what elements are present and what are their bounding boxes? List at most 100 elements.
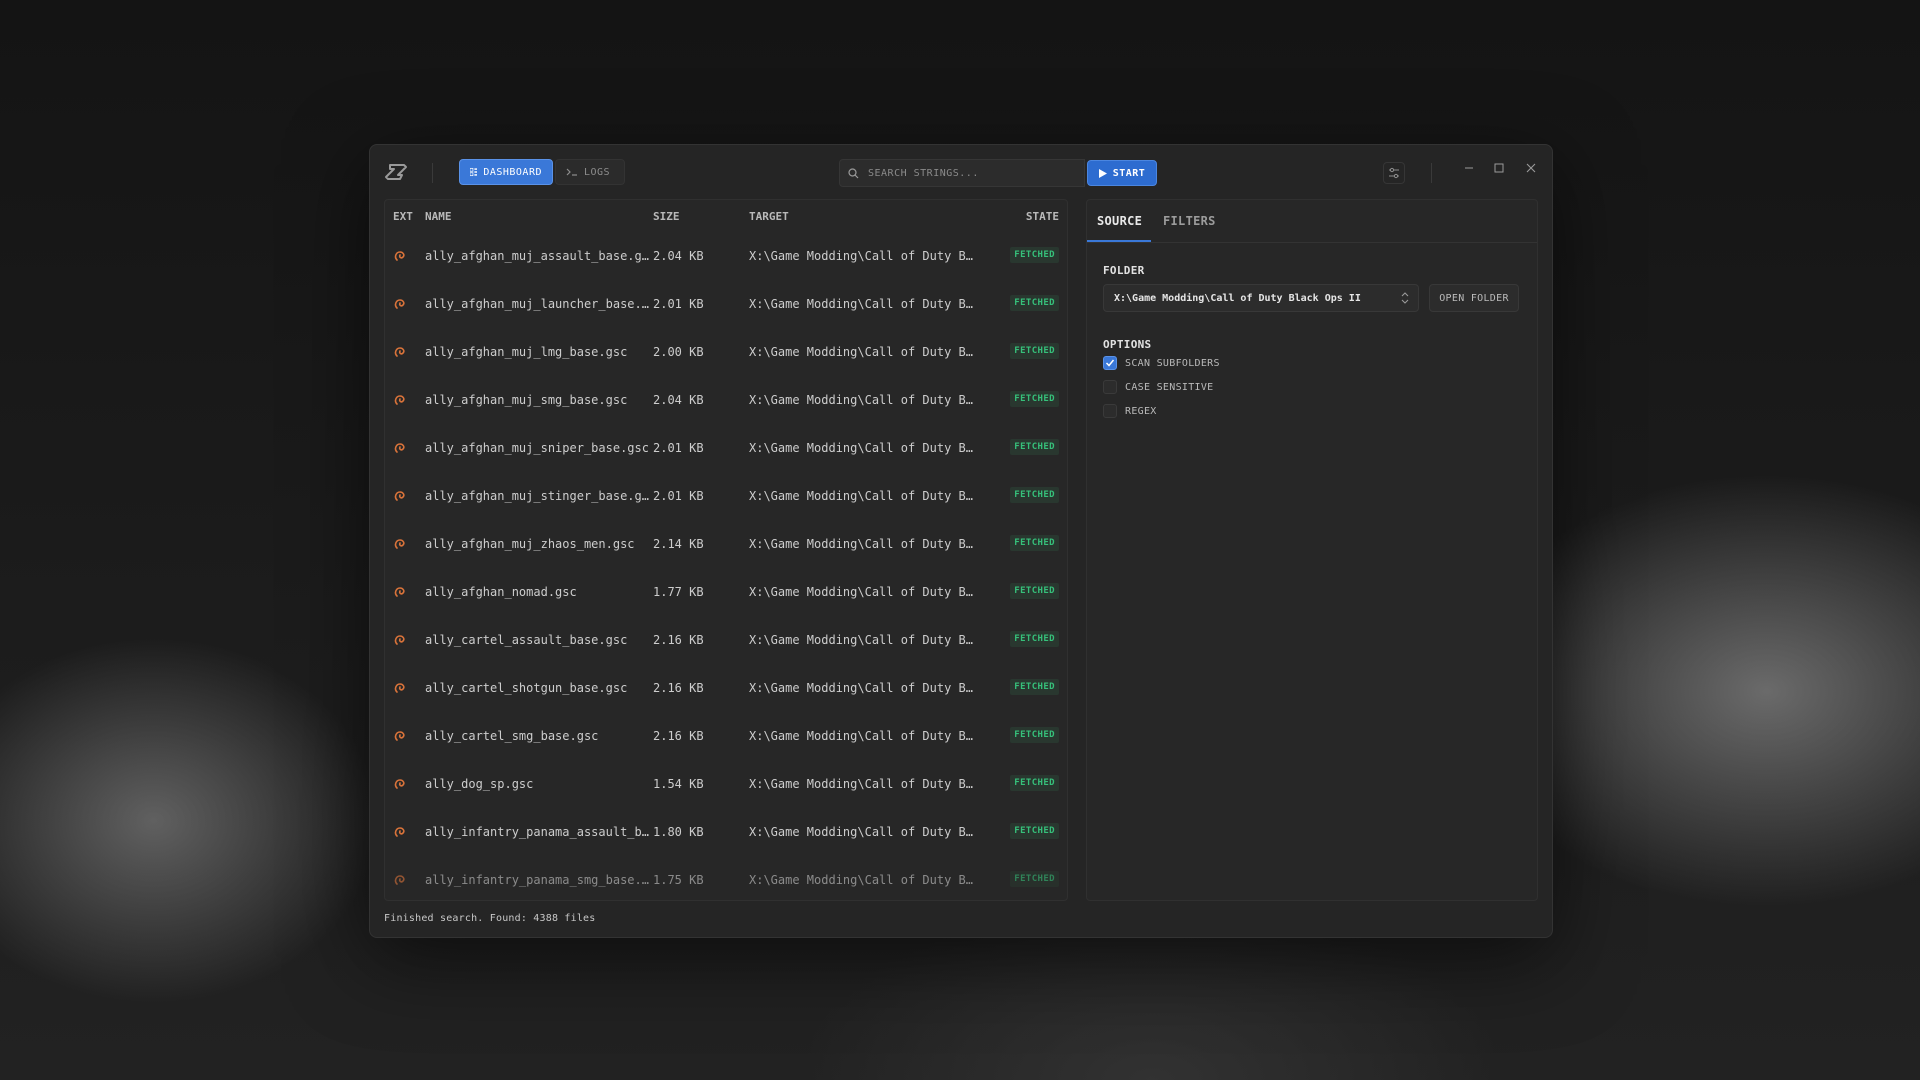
file-name: ally_afghan_muj_sniper_base.gsc [425, 441, 649, 455]
gsc-file-icon [394, 587, 405, 597]
search-box [839, 159, 1085, 187]
play-icon [1098, 168, 1107, 178]
status-badge: FETCHED [1010, 679, 1059, 695]
app-window: DASHBOARD LOGS START [369, 144, 1553, 938]
status-badge: FETCHED [1010, 343, 1059, 359]
file-size: 2.16 KB [653, 633, 704, 647]
file-name: ally_afghan_muj_zhaos_men.gsc [425, 537, 635, 551]
col-ext[interactable]: EXT [393, 210, 413, 223]
table-row[interactable]: ally_infantry_panama_assault_base.gsc1.8… [385, 808, 1067, 856]
search-input[interactable] [866, 166, 1070, 180]
file-name: ally_cartel_assault_base.gsc [425, 633, 628, 647]
gsc-file-icon [394, 827, 405, 837]
maximize-button[interactable] [1490, 159, 1508, 177]
file-name: ally_infantry_panama_smg_base.gsc [425, 873, 650, 887]
file-size: 2.04 KB [653, 249, 704, 263]
status-badge: FETCHED [1010, 775, 1059, 791]
gsc-file-icon [394, 443, 405, 453]
option-scan-subfolders[interactable]: SCAN SUBFOLDERS [1103, 356, 1220, 370]
side-tabs: SOURCE FILTERS [1087, 200, 1537, 243]
file-name: ally_afghan_nomad.gsc [425, 585, 577, 599]
status-badge: FETCHED [1010, 727, 1059, 743]
file-size: 2.04 KB [653, 393, 704, 407]
gsc-file-icon [394, 251, 405, 261]
open-folder-label: OPEN FOLDER [1439, 292, 1509, 304]
file-size: 2.16 KB [653, 729, 704, 743]
tab-dashboard[interactable]: DASHBOARD [459, 159, 553, 185]
app-logo-icon [385, 164, 407, 180]
table-row[interactable]: ally_infantry_panama_smg_base.gsc 1.75 KB… [385, 856, 1067, 900]
table-row[interactable]: ally_afghan_muj_zhaos_men.gsc 2.14 KB X:\G… [385, 520, 1067, 568]
open-folder-button[interactable]: OPEN FOLDER [1429, 284, 1519, 312]
tab-filters[interactable]: FILTERS [1163, 214, 1216, 228]
folder-select[interactable]: X:\Game Modding\Call of Duty Black Ops I… [1103, 284, 1419, 312]
table-row[interactable]: ally_cartel_shotgun_base.gsc 2.16 KB X:\Ga… [385, 664, 1067, 712]
maximize-icon [1494, 163, 1504, 173]
table-row[interactable]: ally_cartel_smg_base.gsc 2.16 KB X:\Game M… [385, 712, 1067, 760]
status-badge: FETCHED [1010, 631, 1059, 647]
active-tab-indicator [1087, 240, 1151, 242]
status-badge: FETCHED [1010, 871, 1059, 887]
file-name: ally_cartel_smg_base.gsc [425, 729, 599, 743]
status-badge: FETCHED [1010, 391, 1059, 407]
option-regex[interactable]: REGEX [1103, 404, 1157, 418]
status-badge: FETCHED [1010, 583, 1059, 599]
search-icon [848, 167, 859, 178]
table-row[interactable]: ally_afghan_muj_sniper_base.gsc 2.01 KB X:… [385, 424, 1067, 472]
file-target: X:\Game Modding\Call of Duty Black Ops I… [749, 585, 975, 599]
case-sensitive-label: CASE SENSITIVE [1125, 381, 1214, 393]
table-row[interactable]: ally_dog_sp.gsc 1.54 KB X:\Game Modding\Ca… [385, 760, 1067, 808]
minimize-button[interactable] [1460, 159, 1478, 177]
scan-subfolders-label: SCAN SUBFOLDERS [1125, 357, 1220, 369]
file-target: X:\Game Modding\Call of Duty Black Ops I… [749, 873, 975, 887]
tab-dashboard-label: DASHBOARD [483, 166, 542, 178]
file-target: X:\Game Modding\Call of Duty Black Ops I… [749, 441, 975, 455]
status-badge: FETCHED [1010, 823, 1059, 839]
table-row[interactable]: ally_afghan_nomad.gsc 1.77 KB X:\Game Modd… [385, 568, 1067, 616]
settings-button[interactable] [1383, 162, 1405, 184]
start-label: START [1112, 167, 1146, 179]
table-row[interactable]: ally_afghan_muj_stinger_base.gsc 2.01 KB X… [385, 472, 1067, 520]
start-button[interactable]: START [1087, 160, 1157, 186]
table-row[interactable]: ally_cartel_assault_base.gsc 2.16 KB X:\Ga… [385, 616, 1067, 664]
file-size: 1.75 KB [653, 873, 704, 887]
tab-logs-label: LOGS [584, 166, 611, 178]
table-row[interactable]: ally_afghan_muj_lmg_base.gsc 2.00 KB X:\Ga… [385, 328, 1067, 376]
col-size[interactable]: SIZE [653, 210, 680, 223]
file-name: ally_afghan_muj_assault_base.gsc [425, 249, 650, 263]
minimize-icon [1465, 167, 1473, 169]
col-name[interactable]: NAME [425, 210, 452, 223]
dashboard-icon [470, 167, 478, 177]
regex-checkbox[interactable] [1103, 404, 1117, 418]
file-name: ally_afghan_muj_launcher_base.gsc [425, 297, 650, 311]
file-target: X:\Game Modding\Call of Duty Black Ops I… [749, 825, 975, 839]
tab-logs[interactable]: LOGS [555, 159, 625, 185]
gsc-file-icon [394, 395, 405, 405]
table-row[interactable]: ally_afghan_muj_assault_base.gsc 2.04 KB X… [385, 232, 1067, 280]
option-case-sensitive[interactable]: CASE SENSITIVE [1103, 380, 1214, 394]
file-size: 2.01 KB [653, 489, 704, 503]
file-size: 2.14 KB [653, 537, 704, 551]
table-row[interactable]: ally_afghan_muj_smg_base.gsc 2.04 KB X:\Ga… [385, 376, 1067, 424]
chevron-updown-icon [1401, 292, 1409, 304]
col-state[interactable]: STATE [1026, 210, 1059, 223]
col-target[interactable]: TARGET [749, 210, 789, 223]
gsc-file-icon [394, 347, 405, 357]
file-size: 1.54 KB [653, 777, 704, 791]
status-badge: FETCHED [1010, 247, 1059, 263]
sliders-icon [1389, 167, 1399, 179]
tab-source[interactable]: SOURCE [1097, 214, 1142, 228]
gsc-file-icon [394, 683, 405, 693]
file-name: ally_dog_sp.gsc [425, 777, 534, 791]
status-badge: FETCHED [1010, 487, 1059, 503]
file-target: X:\Game Modding\Call of Duty Black Ops I… [749, 345, 975, 359]
close-button[interactable] [1522, 159, 1540, 177]
file-target: X:\Game Modding\Call of Duty Black Ops I… [749, 393, 975, 407]
case-sensitive-checkbox[interactable] [1103, 380, 1117, 394]
table-row[interactable]: ally_afghan_muj_launcher_base.gsc 2.01 KB… [385, 280, 1067, 328]
file-name: ally_infantry_panama_assault_base.gsc [425, 825, 650, 839]
gsc-file-icon [394, 875, 405, 885]
file-target: X:\Game Modding\Call of Duty Black Ops I… [749, 297, 975, 311]
scan-subfolders-checkbox[interactable] [1103, 356, 1117, 370]
file-size: 2.01 KB [653, 297, 704, 311]
